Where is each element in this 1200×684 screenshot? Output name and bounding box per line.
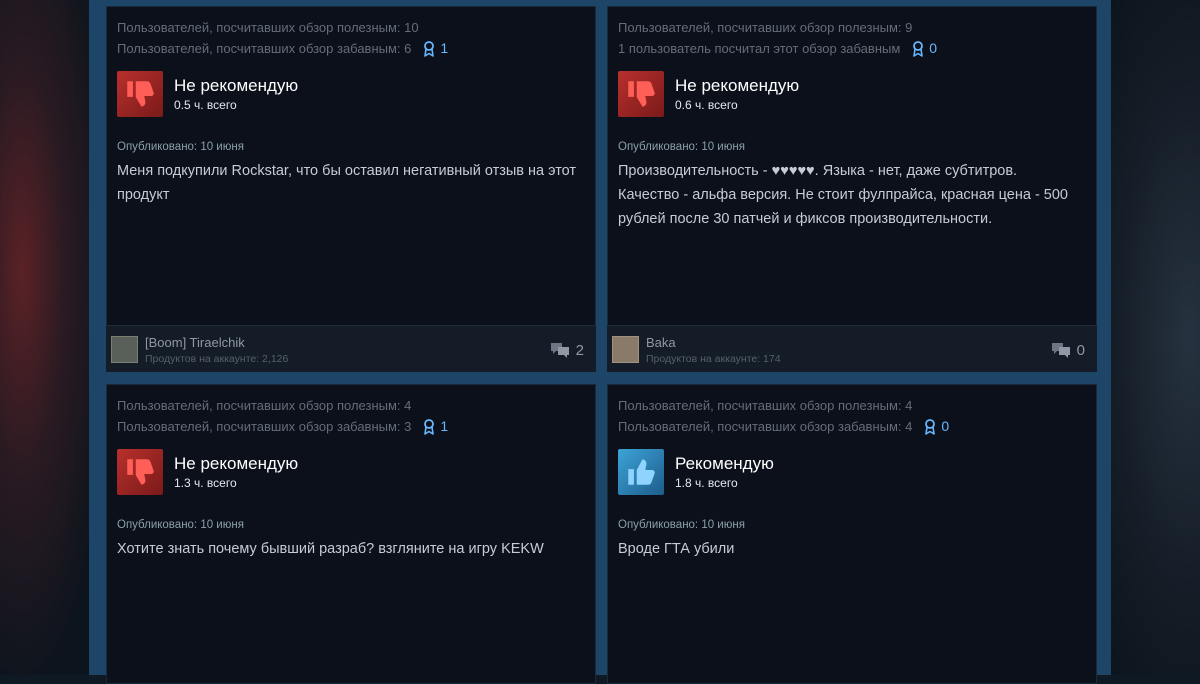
funny-count-text: Пользователей, посчитавших обзор забавны… xyxy=(117,41,412,56)
review-votes: Пользователей, посчитавших обзор полезны… xyxy=(117,17,448,59)
verdict-title: Не рекомендую xyxy=(174,454,299,473)
review-text[interactable]: Вроде ГТА убили xyxy=(618,537,1078,561)
hours-played: 1.8 ч. всего xyxy=(675,476,738,490)
author-name[interactable]: [Boom] Tiraelchik xyxy=(145,335,245,350)
comments-icon xyxy=(550,343,569,358)
thumbs-down-icon xyxy=(117,71,163,117)
funny-count-text: Пользователей, посчитавших обзор забавны… xyxy=(117,419,412,434)
award-count: 0 xyxy=(941,418,950,434)
helpful-count-text: Пользователей, посчитавших обзор полезны… xyxy=(117,398,412,413)
verdict-title: Рекомендую xyxy=(675,454,774,473)
thumbs-down-icon xyxy=(618,71,664,117)
author-products: Продуктов на аккаунте: 2,126 xyxy=(145,353,289,365)
review-text[interactable]: Хотите знать почему бывший разраб? взгля… xyxy=(117,537,577,561)
posted-date: Опубликовано: 10 июня xyxy=(618,141,745,153)
funny-count-text: 1 пользователь посчитал этот обзор забав… xyxy=(618,41,901,56)
avatar[interactable] xyxy=(612,336,639,363)
helpful-count-text: Пользователей, посчитавших обзор полезны… xyxy=(618,20,913,35)
review-text[interactable]: Производительность - ♥♥♥♥♥. Языка - нет,… xyxy=(618,159,1078,231)
posted-date: Опубликовано: 10 июня xyxy=(117,141,244,153)
author-name[interactable]: Baka xyxy=(646,335,676,350)
hours-played: 0.6 ч. всего xyxy=(675,98,738,112)
review-verdict[interactable]: Не рекомендую 0.5 ч. всего xyxy=(117,71,298,117)
helpful-count-text: Пользователей, посчитавших обзор полезны… xyxy=(117,20,419,35)
thumbs-down-icon xyxy=(117,449,163,495)
review-votes: Пользователей, посчитавших обзор полезны… xyxy=(618,17,937,59)
comments-count: 2 xyxy=(575,342,584,359)
author-products: Продуктов на аккаунте: 174 xyxy=(646,353,781,365)
review-verdict[interactable]: Не рекомендую 1.3 ч. всего xyxy=(117,449,298,495)
helpful-count-text: Пользователей, посчитавших обзор полезны… xyxy=(618,398,913,413)
award-button[interactable]: 0 xyxy=(912,38,937,59)
award-button[interactable]: 0 xyxy=(924,416,949,437)
posted-date: Опубликовано: 10 июня xyxy=(117,519,244,531)
review-verdict[interactable]: Рекомендую 1.8 ч. всего xyxy=(618,449,774,495)
award-icon xyxy=(424,40,435,57)
review-text[interactable]: Меня подкупили Rockstar, что бы оставил … xyxy=(117,159,577,207)
review-footer: [Boom] Tiraelchik Продуктов на аккаунте:… xyxy=(106,325,596,372)
hours-played: 0.5 ч. всего xyxy=(174,98,237,112)
award-icon xyxy=(913,40,924,57)
award-button[interactable]: 1 xyxy=(423,416,448,437)
review-votes: Пользователей, посчитавших обзор полезны… xyxy=(618,395,949,437)
comments-button[interactable]: 0 xyxy=(1051,342,1085,359)
award-button[interactable]: 1 xyxy=(423,38,448,59)
award-count: 0 xyxy=(929,40,938,56)
award-count: 1 xyxy=(440,418,449,434)
review-votes: Пользователей, посчитавших обзор полезны… xyxy=(117,395,448,437)
review-card: Пользователей, посчитавших обзор полезны… xyxy=(607,384,1097,684)
review-footer: Baka Продуктов на аккаунте: 174 0 xyxy=(607,325,1097,372)
comments-count: 0 xyxy=(1076,342,1085,359)
verdict-title: Не рекомендую xyxy=(174,76,299,95)
review-verdict[interactable]: Не рекомендую 0.6 ч. всего xyxy=(618,71,799,117)
avatar[interactable] xyxy=(111,336,138,363)
thumbs-up-icon xyxy=(618,449,664,495)
funny-count-text: Пользователей, посчитавших обзор забавны… xyxy=(618,419,913,434)
review-card: Пользователей, посчитавших обзор полезны… xyxy=(106,384,596,684)
award-count: 1 xyxy=(440,40,449,56)
award-icon xyxy=(925,418,936,435)
comments-button[interactable]: 2 xyxy=(550,342,584,359)
comments-icon xyxy=(1051,343,1070,358)
hours-played: 1.3 ч. всего xyxy=(174,476,237,490)
review-card: Пользователей, посчитавших обзор полезны… xyxy=(607,6,1097,372)
review-card: Пользователей, посчитавших обзор полезны… xyxy=(106,6,596,372)
posted-date: Опубликовано: 10 июня xyxy=(618,519,745,531)
verdict-title: Не рекомендую xyxy=(675,76,800,95)
award-icon xyxy=(424,418,435,435)
